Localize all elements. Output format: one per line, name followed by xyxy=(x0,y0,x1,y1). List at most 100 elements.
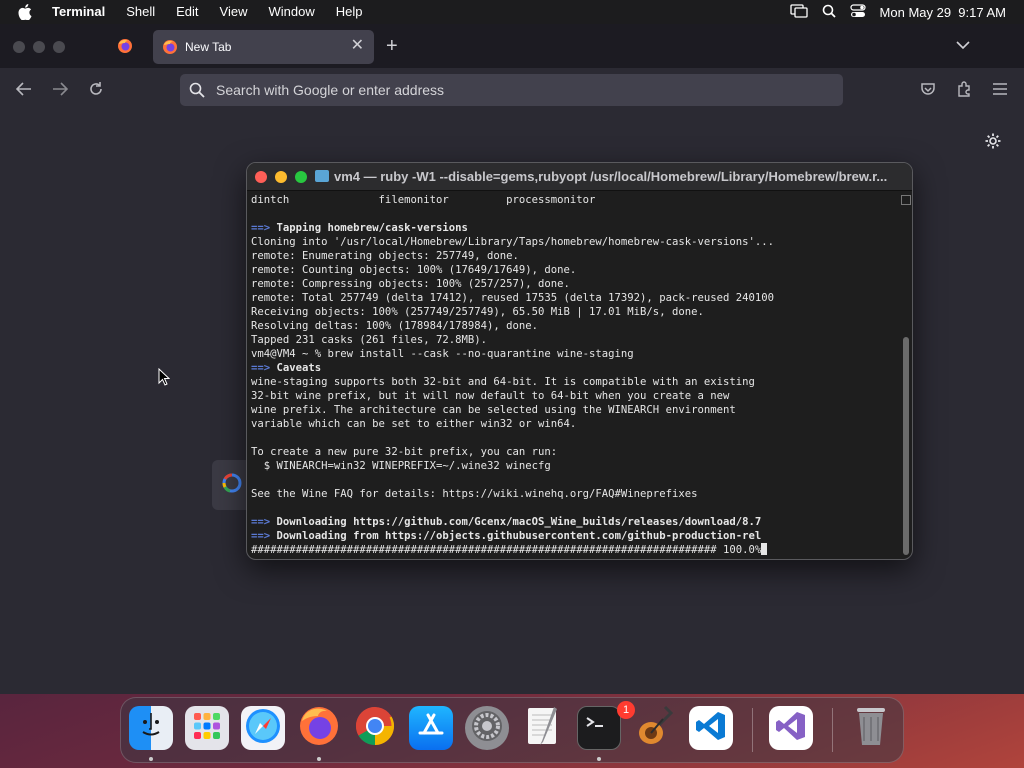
terminal-line: ########################################… xyxy=(251,543,897,557)
terminal-line-text: Downloading from https://objects.githubu… xyxy=(276,530,762,542)
safari-icon xyxy=(244,707,282,750)
terminal-window[interactable]: vm4 — ruby -W1 --disable=gems,rubyopt /u… xyxy=(246,162,913,560)
tab-title: New Tab xyxy=(185,40,232,54)
search-icon xyxy=(189,82,205,98)
dock-app-store[interactable] xyxy=(409,706,453,750)
terminal-line: ==> Downloading https://github.com/Gcenx… xyxy=(251,515,897,529)
terminal-close-button[interactable] xyxy=(255,171,267,183)
terminal-cursor xyxy=(761,543,768,555)
new-tab-icon[interactable]: + xyxy=(386,36,398,56)
menu-view[interactable]: View xyxy=(220,0,248,24)
terminal-line: Cloning into '/usr/local/Homebrew/Librar… xyxy=(251,235,897,249)
terminal-minimize-button[interactable] xyxy=(275,171,287,183)
terminal-icon xyxy=(582,711,616,746)
terminal-line: ==> Tapping homebrew/cask-versions xyxy=(251,221,897,235)
terminal-line-text: Tapping homebrew/cask-versions xyxy=(276,222,468,234)
menu-help[interactable]: Help xyxy=(336,0,363,24)
terminal-line-text: wine-staging supports both 32-bit and 64… xyxy=(251,376,755,388)
terminal-line-text: wine prefix. The architecture can be sel… xyxy=(251,404,736,416)
terminal-arrow-prefix: ==> xyxy=(251,530,271,542)
control-center-icon[interactable] xyxy=(849,3,866,21)
terminal-line: Receiving objects: 100% (257749/257749),… xyxy=(251,305,897,319)
screen-mirroring-icon[interactable] xyxy=(789,3,808,21)
menu-edit[interactable]: Edit xyxy=(176,0,198,24)
scrollbar-thumb[interactable] xyxy=(903,337,909,555)
dock-system-settings[interactable] xyxy=(465,706,509,750)
menu-window[interactable]: Window xyxy=(269,0,315,24)
terminal-line-text: variable which can be set to either win3… xyxy=(251,418,577,430)
terminal-line-text: Caveats xyxy=(276,362,322,374)
terminal-line-text: remote: Counting objects: 100% (17649/17… xyxy=(251,264,577,276)
terminal-line: remote: Counting objects: 100% (17649/17… xyxy=(251,263,897,277)
terminal-line: 32-bit wine prefix, but it will now defa… xyxy=(251,389,897,403)
extensions-icon[interactable] xyxy=(955,80,973,98)
vscode-icon xyxy=(694,709,728,748)
terminal-line: dintch filemonitor processmonitor xyxy=(251,193,897,207)
dock-terminal[interactable] xyxy=(577,706,621,750)
terminal-line-text: remote: Enumerating objects: 257749, don… xyxy=(251,250,519,262)
pinned-tab-firefox[interactable] xyxy=(115,38,135,58)
firefox-icon xyxy=(298,705,340,752)
dock-garageband[interactable] xyxy=(633,705,677,750)
dock-safari[interactable] xyxy=(241,706,285,750)
terminal-line-text: See the Wine FAQ for details: https://wi… xyxy=(251,488,698,500)
close-tab-icon[interactable]: ✕ xyxy=(351,38,364,54)
chrome-icon xyxy=(354,705,396,752)
google-icon xyxy=(221,472,243,499)
firefox-icon xyxy=(117,38,133,59)
firefox-icon xyxy=(162,39,178,55)
scroll-marker xyxy=(901,195,911,205)
dock-firefox[interactable] xyxy=(297,706,341,750)
menu-clock[interactable]: Mon May 29 9:17 AM xyxy=(880,5,1006,20)
apple-menu-icon[interactable] xyxy=(18,4,34,20)
notification-badge: 1 xyxy=(617,701,635,719)
terminal-line-text: Downloading https://github.com/Gcenx/mac… xyxy=(276,516,762,528)
back-arrow-icon[interactable] xyxy=(15,80,33,98)
terminal-scrollbar[interactable] xyxy=(901,193,911,557)
dock-separator xyxy=(832,708,833,752)
terminal-line: See the Wine FAQ for details: https://wi… xyxy=(251,487,897,501)
trash-icon xyxy=(853,704,889,753)
chevron-down-icon[interactable] xyxy=(956,37,970,55)
menu-app-name[interactable]: Terminal xyxy=(52,0,105,24)
dock-separator xyxy=(752,708,753,752)
pocket-icon[interactable] xyxy=(919,80,937,98)
spotlight-search-icon[interactable] xyxy=(822,4,836,21)
window-close-button[interactable] xyxy=(13,41,25,53)
hamburger-menu-icon[interactable] xyxy=(991,80,1009,98)
terminal-output[interactable]: dintch filemonitor processmonitor ==> Tap… xyxy=(251,193,897,557)
dock-trash[interactable] xyxy=(849,706,893,750)
window-minimize-button[interactable] xyxy=(33,41,45,53)
launchpad-icon xyxy=(191,710,223,747)
folder-icon xyxy=(315,170,329,182)
tab-new-tab[interactable]: New Tab ✕ xyxy=(153,30,374,64)
dock: 1 xyxy=(120,697,904,763)
dock-textedit[interactable] xyxy=(521,706,565,750)
dock-finder[interactable] xyxy=(129,706,173,750)
terminal-line: ==> Downloading from https://objects.git… xyxy=(251,529,897,543)
dock-chrome[interactable] xyxy=(353,706,397,750)
terminal-line-text: $ WINEARCH=win32 WINEPREFIX=~/.wine32 wi… xyxy=(251,460,551,472)
reload-icon[interactable] xyxy=(87,80,105,98)
address-input[interactable] xyxy=(214,81,814,99)
gear-icon[interactable] xyxy=(984,132,1002,155)
dock-launchpad[interactable] xyxy=(185,706,229,750)
terminal-line-text: 32-bit wine prefix, but it will now defa… xyxy=(251,390,730,402)
menu-bar: Terminal Shell Edit View Window Help Mon… xyxy=(0,0,1024,24)
terminal-zoom-button[interactable] xyxy=(295,171,307,183)
address-bar[interactable] xyxy=(180,74,843,106)
menu-shell[interactable]: Shell xyxy=(126,0,155,24)
forward-arrow-icon[interactable] xyxy=(51,80,69,98)
terminal-arrow-prefix: ==> xyxy=(251,222,271,234)
terminal-line: $ WINEARCH=win32 WINEPREFIX=~/.wine32 wi… xyxy=(251,459,897,473)
terminal-line-text: remote: Compressing objects: 100% (257/2… xyxy=(251,278,570,290)
dock-vscode[interactable] xyxy=(689,706,733,750)
terminal-line-text: Cloning into '/usr/local/Homebrew/Librar… xyxy=(251,236,774,248)
window-zoom-button[interactable] xyxy=(53,41,65,53)
terminal-line-text: remote: Total 257749 (delta 17412), reus… xyxy=(251,292,774,304)
terminal-title-bar[interactable]: vm4 — ruby -W1 --disable=gems,rubyopt /u… xyxy=(247,163,912,191)
dock-visual-studio[interactable] xyxy=(769,706,813,750)
